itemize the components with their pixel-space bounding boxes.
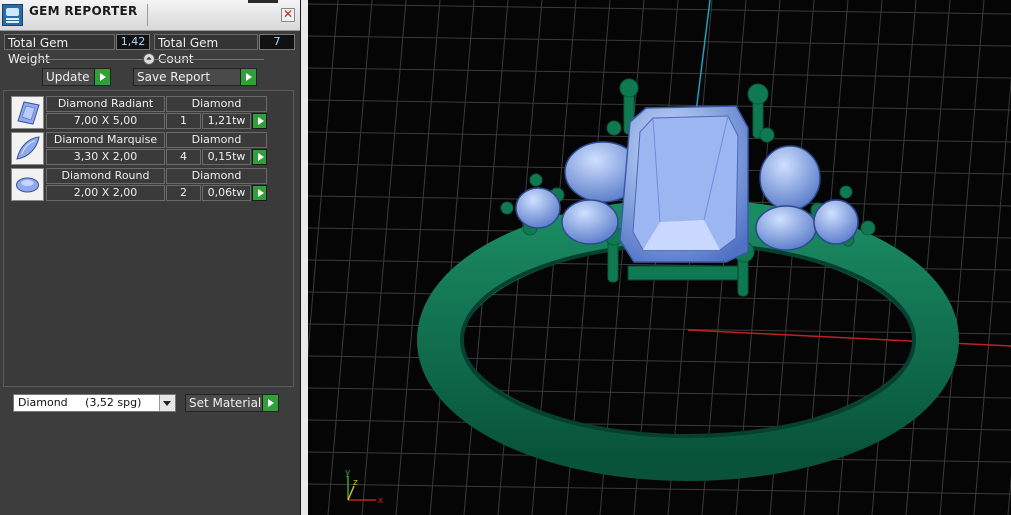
window-title: GEM REPORTER: [29, 4, 138, 18]
gem-size: 7,00 X 5,00: [46, 113, 165, 129]
gem-detail-arrow-icon[interactable]: [252, 113, 267, 129]
gem-count: 4: [166, 149, 201, 165]
gem-name: Diamond Marquise: [46, 132, 165, 148]
round-cut-icon: [11, 168, 44, 201]
gem-detail-arrow-icon[interactable]: [252, 185, 267, 201]
viewport-canvas: x y z: [308, 0, 1011, 515]
material-bar: Diamond (3,52 spg) Set Material: [3, 392, 294, 414]
title-bar-edge: [248, 0, 278, 3]
axis-x-label: x: [378, 496, 384, 506]
gem-name: Diamond Radiant: [46, 96, 165, 112]
gem-material: Diamond: [166, 96, 267, 112]
chevron-down-icon[interactable]: [159, 395, 175, 411]
play-arrow-icon: [240, 69, 256, 85]
gem-weight: 0,06tw: [202, 185, 251, 201]
total-gem-count-value: 7: [259, 34, 295, 50]
set-material-button[interactable]: Set Material: [185, 394, 279, 412]
total-gem-weight-value: 1,42: [116, 34, 150, 50]
marquise-cut-icon: [11, 132, 44, 165]
gem-size: 3,30 X 2,00: [46, 149, 165, 165]
gem-material: Diamond: [166, 168, 267, 184]
total-gem-count-label: Total Gem Count: [154, 34, 258, 66]
close-button[interactable]: ✕: [281, 8, 295, 22]
3d-viewport[interactable]: x y z: [308, 0, 1011, 515]
save-report-button-label: Save Report: [137, 70, 211, 84]
gem-name: Diamond Round: [46, 168, 165, 184]
gem-count: 1: [166, 113, 201, 129]
save-report-button[interactable]: Save Report: [133, 68, 257, 86]
x-axis-line: [687, 329, 1011, 347]
axis-z-label: z: [353, 478, 358, 488]
collapse-knob-icon[interactable]: ⏶: [143, 53, 155, 65]
gem-detail-arrow-icon[interactable]: [252, 149, 267, 165]
y-axis-line: [694, 0, 711, 121]
gem-weight: 0,15tw: [202, 149, 251, 165]
total-gem-weight-label: Total Gem Weight: [4, 34, 115, 66]
title-divider: [147, 4, 148, 26]
ring-model[interactable]: [417, 78, 959, 481]
gem-reporter-app-icon: [2, 4, 23, 26]
title-bar: GEM REPORTER ✕: [0, 0, 300, 31]
gem-row[interactable]: Diamond Marquise Diamond 3,30 X 2,00 4 0…: [11, 132, 269, 166]
gem-row[interactable]: Diamond Radiant Diamond 7,00 X 5,00 1 1,…: [11, 96, 269, 130]
axis-y-label: y: [345, 468, 351, 478]
gem-row[interactable]: Diamond Round Diamond 2,00 X 2,00 2 0,06…: [11, 168, 269, 202]
update-button-label: Update: [46, 70, 90, 84]
gem-weight: 1,21tw: [202, 113, 251, 129]
radiant-cut-icon: [11, 96, 44, 129]
panel-divider: [301, 0, 308, 515]
gem-size: 2,00 X 2,00: [46, 185, 165, 201]
material-select-value: Diamond (3,52 spg): [18, 396, 142, 409]
gem-reporter-panel: GEM REPORTER ✕ Total Gem Weight 1,42 Tot…: [0, 0, 301, 515]
update-button[interactable]: Update: [42, 68, 111, 86]
set-material-button-label: Set Material: [189, 396, 262, 410]
gem-count: 2: [166, 185, 201, 201]
material-select[interactable]: Diamond (3,52 spg): [13, 394, 176, 412]
gem-material: Diamond: [166, 132, 267, 148]
play-arrow-icon: [94, 69, 110, 85]
play-arrow-icon: [262, 395, 278, 411]
gem-list: Diamond Radiant Diamond 7,00 X 5,00 1 1,…: [3, 90, 294, 387]
